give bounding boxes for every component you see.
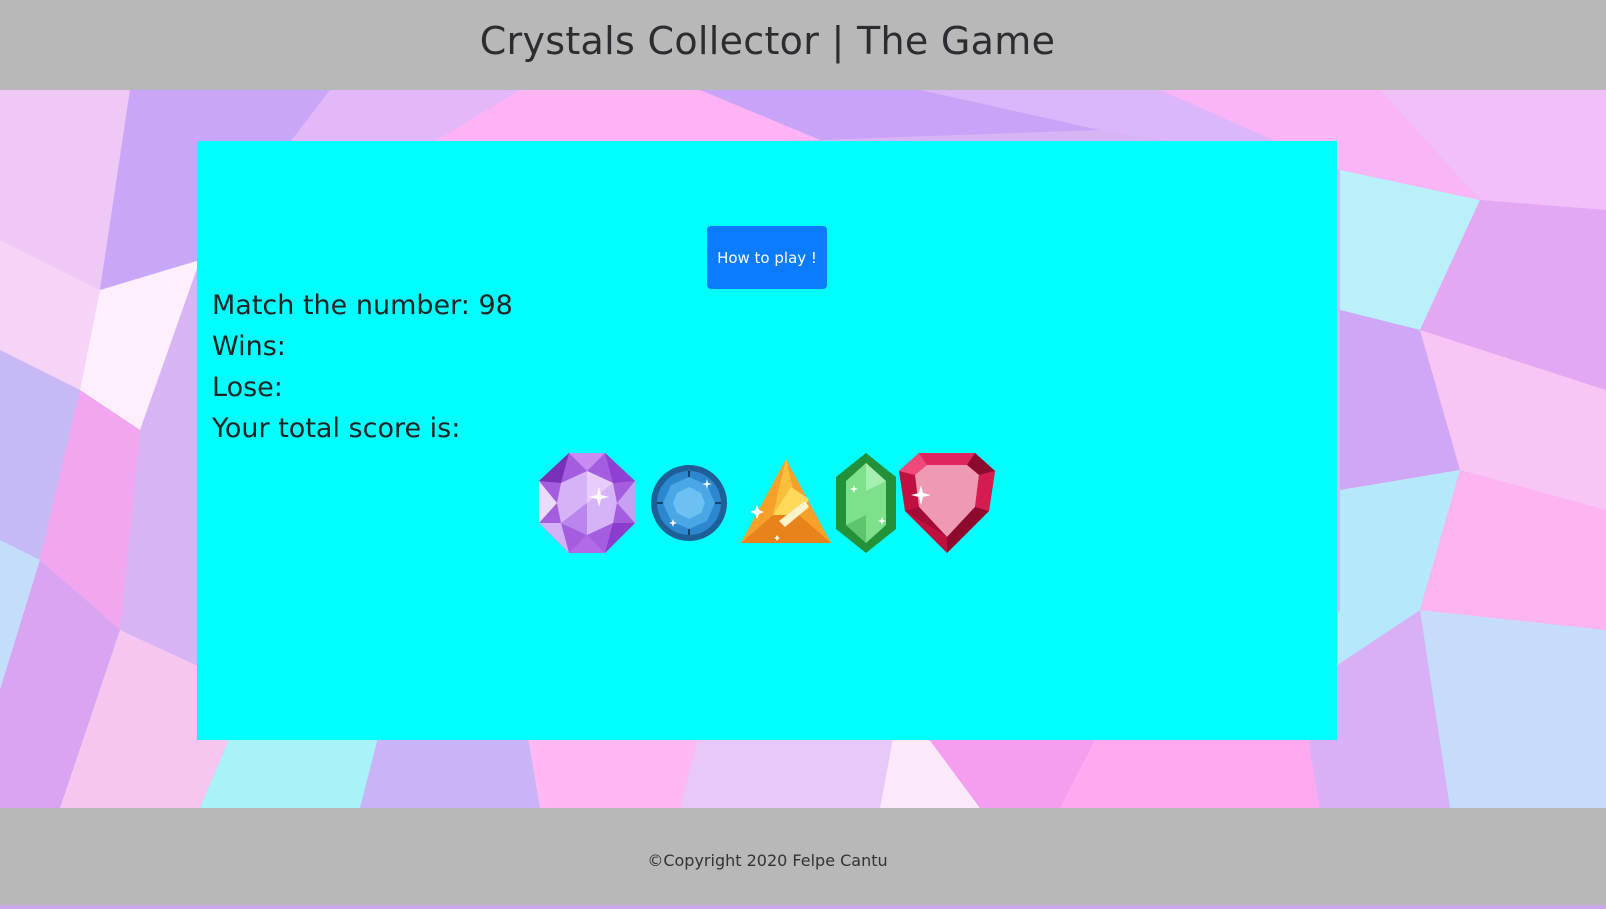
target-number-value: 98 bbox=[478, 290, 513, 321]
orange-crystal-icon[interactable] bbox=[739, 457, 833, 547]
blue-crystal-icon[interactable] bbox=[649, 463, 729, 543]
game-panel: How to play ! Match the number: 98 Wins:… bbox=[197, 141, 1337, 740]
wins-label: Wins: bbox=[212, 331, 286, 362]
target-number-label: Match the number: bbox=[212, 290, 470, 321]
copyright-text: ©Copyright 2020 Felpe Cantu bbox=[647, 851, 888, 870]
green-crystal-icon[interactable] bbox=[834, 451, 898, 555]
crystal-row bbox=[537, 451, 997, 555]
how-to-play-button[interactable]: How to play ! bbox=[707, 226, 827, 289]
bottom-edge bbox=[0, 905, 1606, 909]
page-title: Crystals Collector | The Game bbox=[479, 19, 1056, 63]
score-stats: Match the number: 98 Wins: Lose: Your to… bbox=[212, 285, 513, 449]
red-crystal-icon[interactable] bbox=[897, 451, 997, 555]
losses-line: Lose: bbox=[212, 367, 513, 408]
total-score-label: Your total score is: bbox=[212, 413, 461, 444]
purple-crystal-icon[interactable] bbox=[537, 451, 637, 555]
target-number-line: Match the number: 98 bbox=[212, 285, 513, 326]
page-header: Crystals Collector | The Game bbox=[0, 0, 1606, 90]
losses-label: Lose: bbox=[212, 372, 283, 403]
page-footer: ©Copyright 2020 Felpe Cantu bbox=[0, 808, 1606, 905]
total-score-line: Your total score is: bbox=[212, 408, 513, 449]
wins-line: Wins: bbox=[212, 326, 513, 367]
